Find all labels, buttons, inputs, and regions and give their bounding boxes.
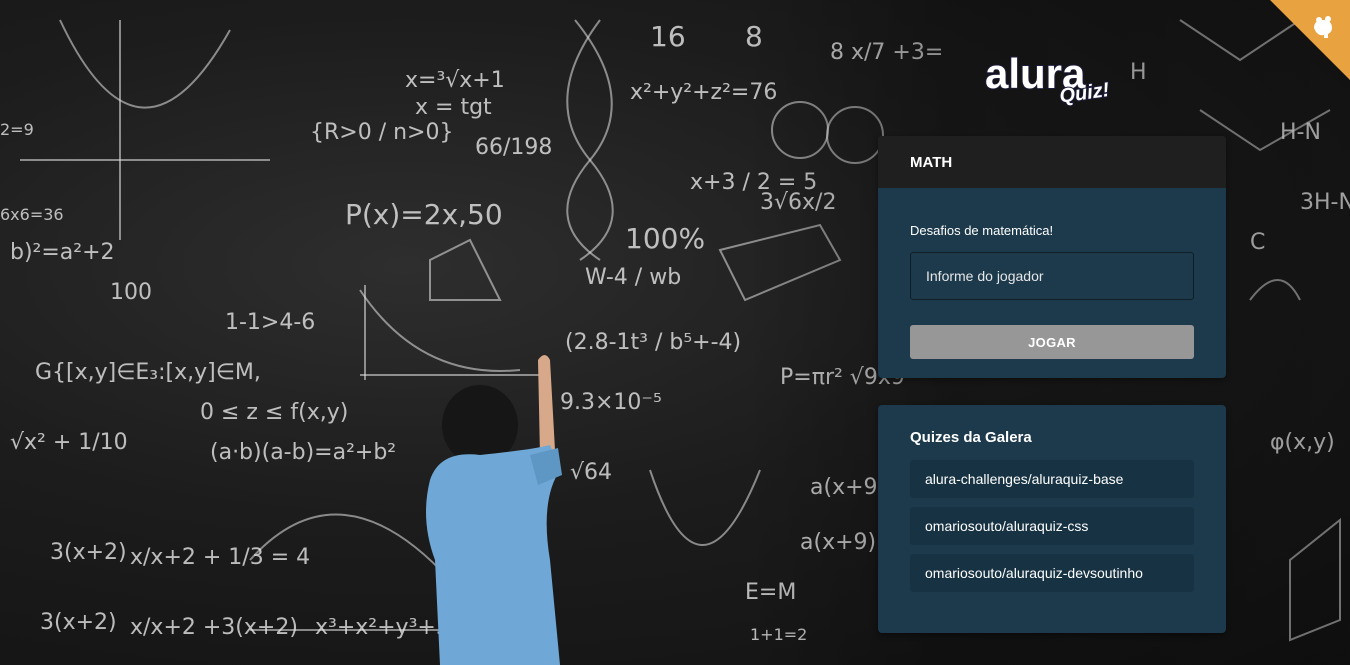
quiz-card-header: MATH (878, 136, 1226, 188)
alura-quiz-logo: alura Quiz! (980, 38, 1120, 109)
gallery-title: Quizes da Galera (910, 429, 1032, 446)
gallery-item[interactable]: omariosouto/aluraquiz-devsoutinho (910, 554, 1194, 592)
play-button[interactable]: JOGAR (910, 325, 1194, 359)
gallery-item[interactable]: omariosouto/aluraquiz-css (910, 507, 1194, 545)
quiz-card-body: Desafios de matemática! JOGAR (878, 188, 1226, 359)
quiz-description: Desafios de matemática! (910, 223, 1054, 238)
quiz-card: MATH Desafios de matemática! JOGAR (878, 136, 1226, 378)
quiz-title: MATH (910, 153, 953, 171)
gallery-item[interactable]: alura-challenges/aluraquiz-base (910, 460, 1194, 498)
gallery-list: alura-challenges/aluraquiz-base omarioso… (878, 460, 1226, 592)
gallery-card: Quizes da Galera alura-challenges/aluraq… (878, 405, 1226, 633)
github-octocat-icon (1314, 16, 1332, 38)
github-corner-link[interactable] (1270, 0, 1350, 80)
player-name-input[interactable] (910, 252, 1194, 300)
